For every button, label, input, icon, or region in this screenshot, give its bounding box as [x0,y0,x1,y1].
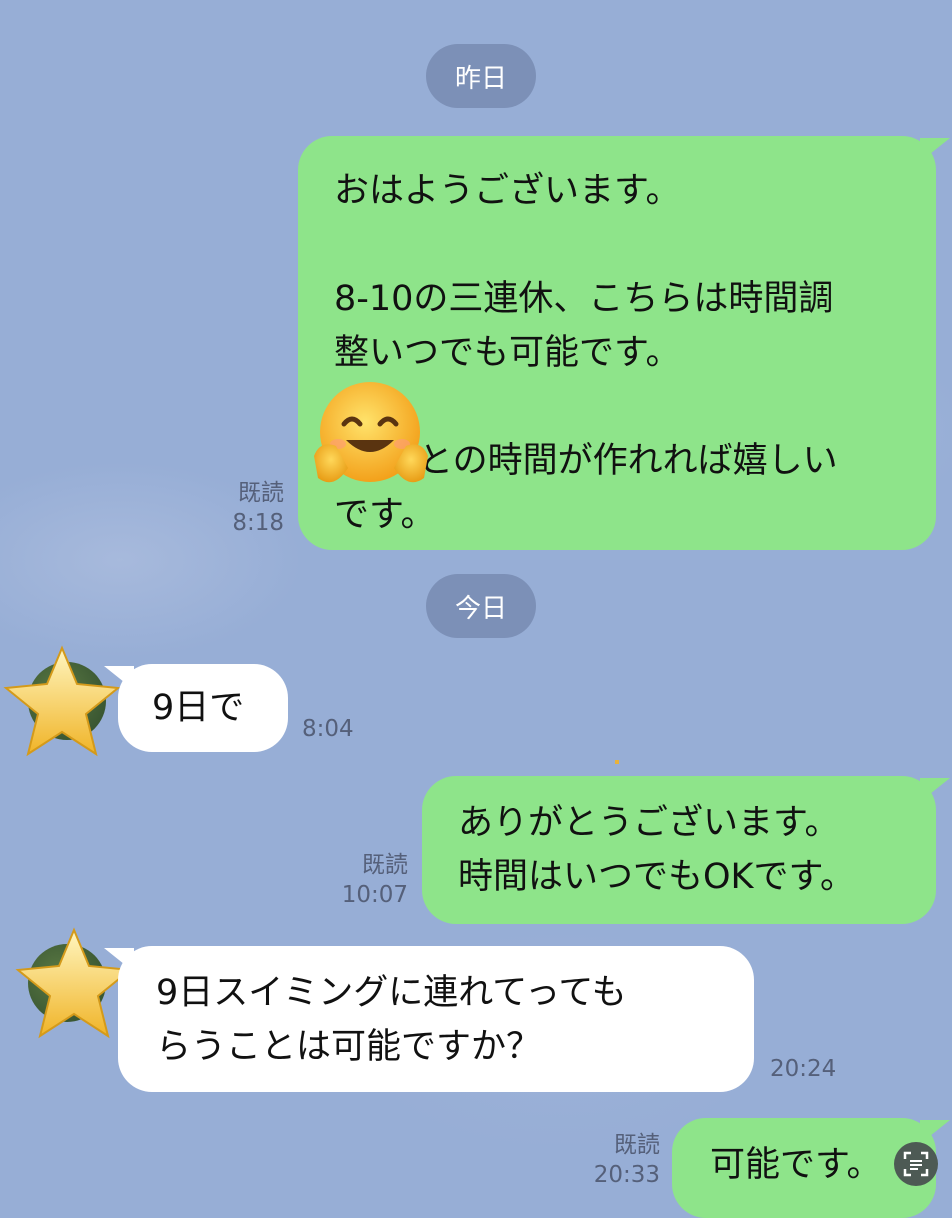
timestamp: 20:33 [593,1162,660,1188]
message-bubble-received[interactable]: 9日で [104,664,288,752]
date-separator-today: 今日 [426,574,536,638]
message-meta: 8:04 [302,714,354,744]
message-meta: 既読 20:33 [590,1130,660,1190]
message-line: 時間はいつでもOKです。 [458,857,856,897]
message-bubble-sent[interactable]: ありがとうございます。 時間はいつでもOKです。 [422,776,950,924]
date-label: 昨日 [454,63,507,94]
read-receipt: 既読 [614,1132,660,1158]
date-separator-yesterday: 昨日 [426,44,536,108]
message-line: ありがとうございます。 [458,803,840,843]
read-receipt: 既読 [238,480,284,506]
message-line: らうことは可能ですか？ [156,1027,542,1067]
message-meta: 20:24 [770,1054,836,1084]
smiling-face-open-hands-icon [314,382,428,483]
message-bubble-received[interactable]: 9日スイミングに連れてっても らうことは可能ですか？ [104,946,754,1092]
timestamp: 8:04 [302,716,354,742]
message-meta: 既読 10:07 [330,850,408,910]
avatar[interactable] [3,645,121,757]
date-label: 今日 [454,593,507,624]
timestamp: 8:18 [232,510,284,536]
scan-text-button[interactable] [894,1142,938,1186]
message-meta: 既読 8:18 [220,478,284,538]
message-line: です。 [334,495,436,535]
message-line: 9日スイミングに連れてっても [156,973,627,1013]
timestamp: 20:24 [770,1056,837,1082]
message-line: 8-10の三連休、こちらは時間調 [334,279,834,319]
stray-dot [615,760,619,764]
message-line [334,218,936,272]
read-receipt: 既読 [362,852,408,878]
avatar[interactable] [15,927,133,1039]
message-line: 整いつでも可能です。 [334,333,681,373]
message-line: おはようございます。 [334,171,681,211]
scan-text-icon [903,1151,929,1177]
timestamp: 10:07 [341,882,408,908]
star-icon [3,645,121,757]
message-line: 9日で [152,688,245,728]
